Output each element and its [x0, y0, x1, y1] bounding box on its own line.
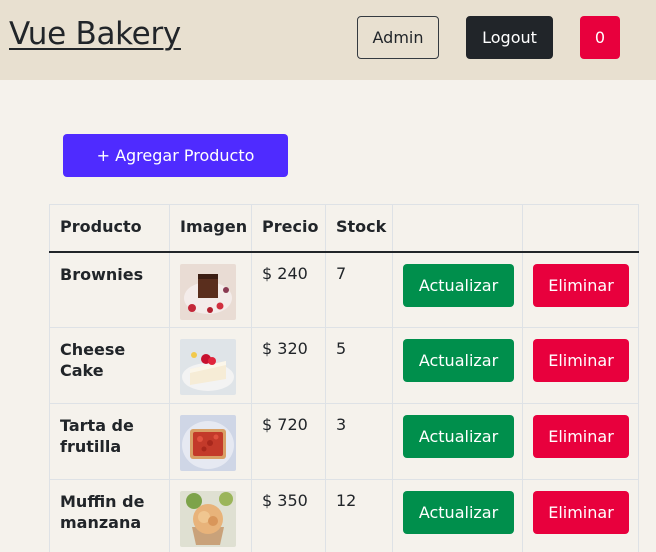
table-row: Tarta de frutilla $ 720 3 Actualizar Eli… [49, 403, 639, 480]
product-name: Tarta de frutilla [49, 403, 170, 480]
product-price: $ 350 [251, 479, 326, 552]
update-button[interactable]: Actualizar [403, 415, 514, 458]
table-row: Cheese Cake $ 320 5 Actualizar Eliminar [49, 327, 639, 404]
brand-logo-link[interactable]: Vue Bakery [9, 16, 181, 52]
column-header-update [392, 204, 523, 253]
admin-button[interactable]: Admin [357, 16, 439, 59]
delete-button[interactable]: Eliminar [533, 263, 629, 307]
delete-button[interactable]: Eliminar [533, 339, 629, 382]
column-header-delete [522, 204, 639, 253]
product-name: Muffin de manzana [49, 479, 170, 552]
cheesecake-image [180, 339, 236, 395]
product-price: $ 320 [251, 327, 326, 404]
product-name: Cheese Cake [49, 327, 170, 404]
product-price: $ 720 [251, 403, 326, 480]
delete-button[interactable]: Eliminar [533, 415, 629, 458]
column-header-product: Producto [49, 204, 170, 253]
column-header-price: Precio [251, 204, 326, 253]
add-product-button[interactable]: + Agregar Producto [63, 134, 288, 177]
product-stock: 12 [325, 479, 393, 552]
products-table: Producto Imagen Precio Stock Brownies $ … [49, 204, 639, 552]
cart-count-button[interactable]: 0 [580, 16, 620, 59]
update-button[interactable]: Actualizar [403, 339, 514, 382]
update-button[interactable]: Actualizar [403, 263, 514, 307]
product-stock: 3 [325, 403, 393, 480]
product-price: $ 240 [251, 251, 326, 328]
delete-button[interactable]: Eliminar [533, 491, 629, 534]
column-header-image: Imagen [169, 204, 252, 253]
product-stock: 7 [325, 251, 393, 328]
product-stock: 5 [325, 327, 393, 404]
strawberry-tart-image [180, 415, 236, 471]
apple-muffin-image [180, 491, 236, 547]
column-header-stock: Stock [325, 204, 393, 253]
brownies-image [180, 263, 236, 320]
table-row: Muffin de manzana $ 350 12 Actualizar El… [49, 479, 639, 552]
table-row: Brownies $ 240 7 Actualizar Eliminar [49, 251, 639, 328]
logout-button[interactable]: Logout [466, 16, 553, 59]
update-button[interactable]: Actualizar [403, 491, 514, 534]
top-navbar: Vue Bakery Admin Logout 0 [0, 0, 656, 80]
product-name: Brownies [49, 251, 170, 328]
table-header-row: Producto Imagen Precio Stock [49, 204, 639, 253]
